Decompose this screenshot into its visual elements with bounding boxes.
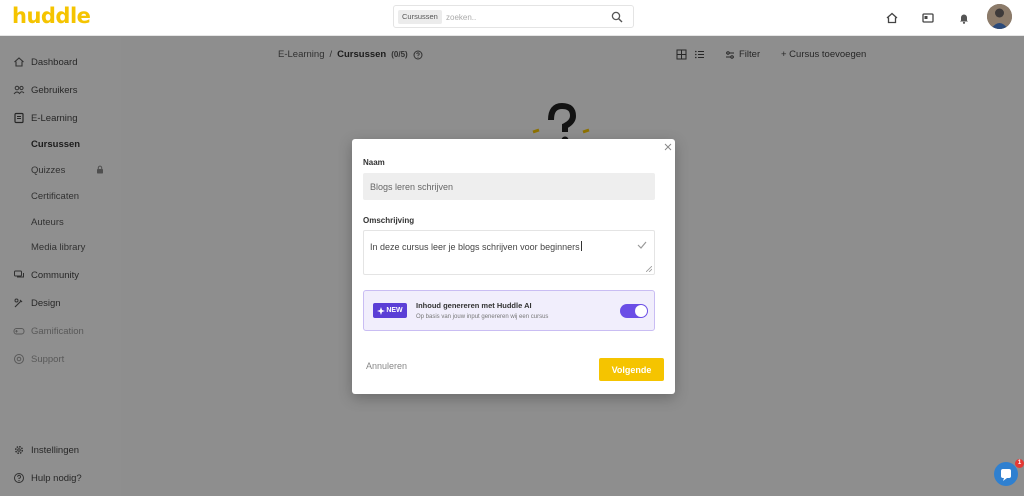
text-caret (580, 241, 582, 251)
ai-generate-card: NEW Inhoud genereren met Huddle AI Op ba… (363, 290, 655, 331)
ai-toggle[interactable] (620, 304, 648, 318)
name-label: Naam (363, 158, 385, 167)
ai-title: Inhoud genereren met Huddle AI (416, 301, 532, 310)
home-icon[interactable] (885, 11, 899, 25)
search-icon[interactable] (611, 11, 623, 23)
chat-bubble-icon (1001, 469, 1011, 481)
toggle-knob (635, 305, 647, 317)
search-bar: Cursussen (393, 5, 634, 28)
cancel-button[interactable]: Annuleren (366, 361, 407, 371)
name-field[interactable] (363, 173, 655, 200)
search-input[interactable] (446, 9, 606, 25)
next-button[interactable]: Volgende (599, 358, 664, 381)
resize-handle-icon[interactable] (646, 266, 652, 272)
id-card-icon[interactable] (921, 11, 935, 25)
description-text: In deze cursus leer je blogs schrijven v… (370, 241, 582, 252)
ai-subtitle: Op basis van jouw input genereren wij ee… (416, 314, 549, 320)
description-field[interactable]: In deze cursus leer je blogs schrijven v… (363, 230, 655, 275)
description-label: Omschrijving (363, 216, 415, 225)
huddle-logo[interactable]: huddle (12, 4, 91, 28)
search-scope[interactable]: Cursussen (398, 10, 442, 24)
avatar[interactable] (987, 4, 1012, 29)
top-bar: huddle Cursussen (0, 0, 1024, 36)
new-badge: NEW (373, 303, 407, 318)
sparkle-icon (377, 306, 386, 315)
new-course-modal: Naam Omschrijving In deze cursus leer je… (352, 139, 675, 394)
chat-widget-button[interactable] (994, 462, 1018, 486)
check-icon (637, 241, 647, 249)
bell-icon[interactable] (957, 11, 971, 25)
chat-badge: 1 (1015, 459, 1024, 468)
close-icon[interactable] (664, 143, 672, 151)
